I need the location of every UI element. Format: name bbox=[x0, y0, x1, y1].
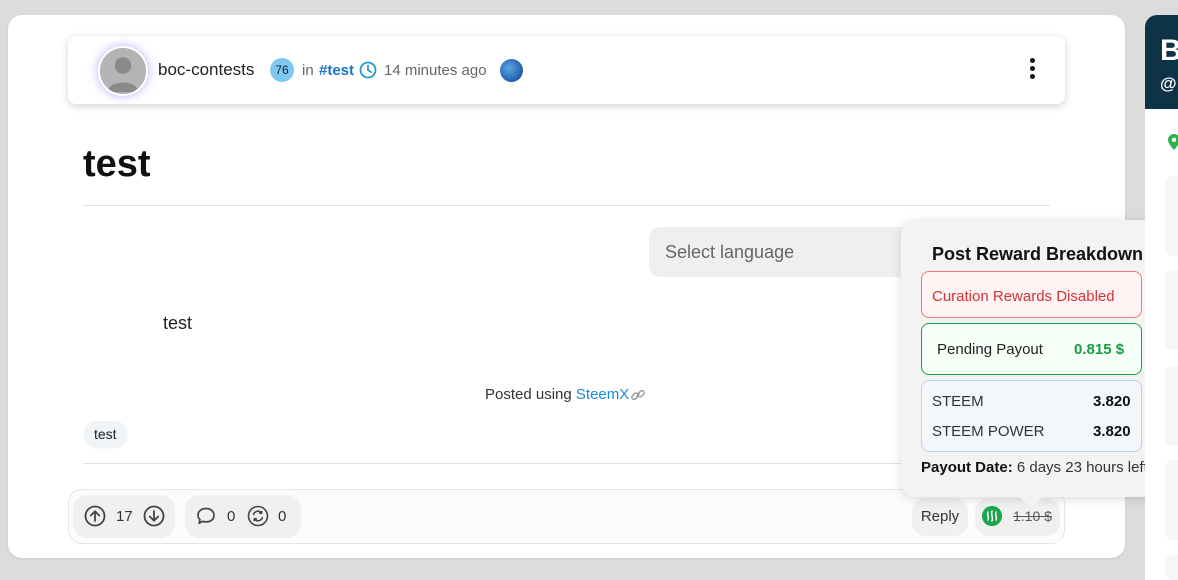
author-avatar[interactable] bbox=[98, 46, 148, 96]
asset-value: 3.820 bbox=[1093, 393, 1131, 410]
location-pin-icon bbox=[1168, 134, 1178, 150]
avatar-person-icon bbox=[100, 48, 146, 94]
asset-label: STEEM POWER bbox=[932, 423, 1045, 440]
author-name[interactable]: boc-contests bbox=[158, 60, 254, 80]
posted-using-prefix: Posted using bbox=[485, 386, 572, 403]
asset-label: STEEM bbox=[932, 393, 984, 410]
pending-payout-value: 0.815 $ bbox=[1074, 341, 1125, 358]
language-select-placeholder: Select language bbox=[665, 242, 795, 262]
tag-pill[interactable]: test bbox=[84, 421, 127, 447]
post-body: test bbox=[163, 313, 193, 333]
reputation-badge: 76 bbox=[270, 58, 294, 82]
clock-icon bbox=[359, 61, 377, 79]
upvote-icon[interactable] bbox=[84, 505, 106, 527]
more-vertical-icon[interactable] bbox=[1025, 56, 1039, 80]
resteem-count: 0 bbox=[278, 508, 287, 525]
title-divider bbox=[83, 205, 1050, 206]
app-icon[interactable] bbox=[500, 59, 523, 82]
sidebar-block bbox=[1165, 366, 1178, 446]
comment-icon[interactable] bbox=[196, 506, 216, 526]
payout-date-value: 6 days 23 hours left bbox=[1016, 459, 1148, 476]
downvote-icon[interactable] bbox=[143, 505, 165, 527]
sidebar-block bbox=[1165, 270, 1178, 350]
popover-title: Post Reward Breakdown bbox=[932, 244, 1144, 264]
posted-using: Posted using SteemX bbox=[485, 386, 629, 403]
vote-count[interactable]: 17 bbox=[116, 508, 133, 525]
category-tag-link[interactable]: #test bbox=[319, 62, 354, 79]
steem-icon bbox=[982, 506, 1002, 526]
in-label: in bbox=[302, 62, 314, 79]
payout-date: Payout Date: 6 days 23 hours left bbox=[921, 459, 1148, 476]
posted-using-app-link[interactable]: SteemX bbox=[576, 386, 629, 403]
sidebar-block bbox=[1165, 176, 1178, 256]
curation-notice: Curation Rewards Disabled bbox=[932, 288, 1115, 305]
sidebar-block bbox=[1165, 460, 1178, 540]
payout-date-label: Payout Date: bbox=[921, 459, 1013, 476]
assets-box bbox=[921, 380, 1142, 452]
resteem-icon[interactable] bbox=[247, 505, 269, 527]
pending-payout-label: Pending Payout bbox=[937, 341, 1043, 358]
post-time: 14 minutes ago bbox=[384, 62, 487, 79]
sidebar-block bbox=[1165, 555, 1178, 580]
asset-value: 3.820 bbox=[1093, 423, 1131, 440]
profile-name-initial: B bbox=[1160, 34, 1178, 67]
link-icon bbox=[631, 389, 645, 401]
comment-count: 0 bbox=[227, 508, 236, 525]
post-title: test bbox=[83, 143, 151, 185]
reply-button[interactable]: Reply bbox=[912, 498, 968, 536]
payout-value[interactable]: 1.10 $ bbox=[1013, 508, 1052, 524]
profile-handle: @ bbox=[1160, 74, 1177, 93]
